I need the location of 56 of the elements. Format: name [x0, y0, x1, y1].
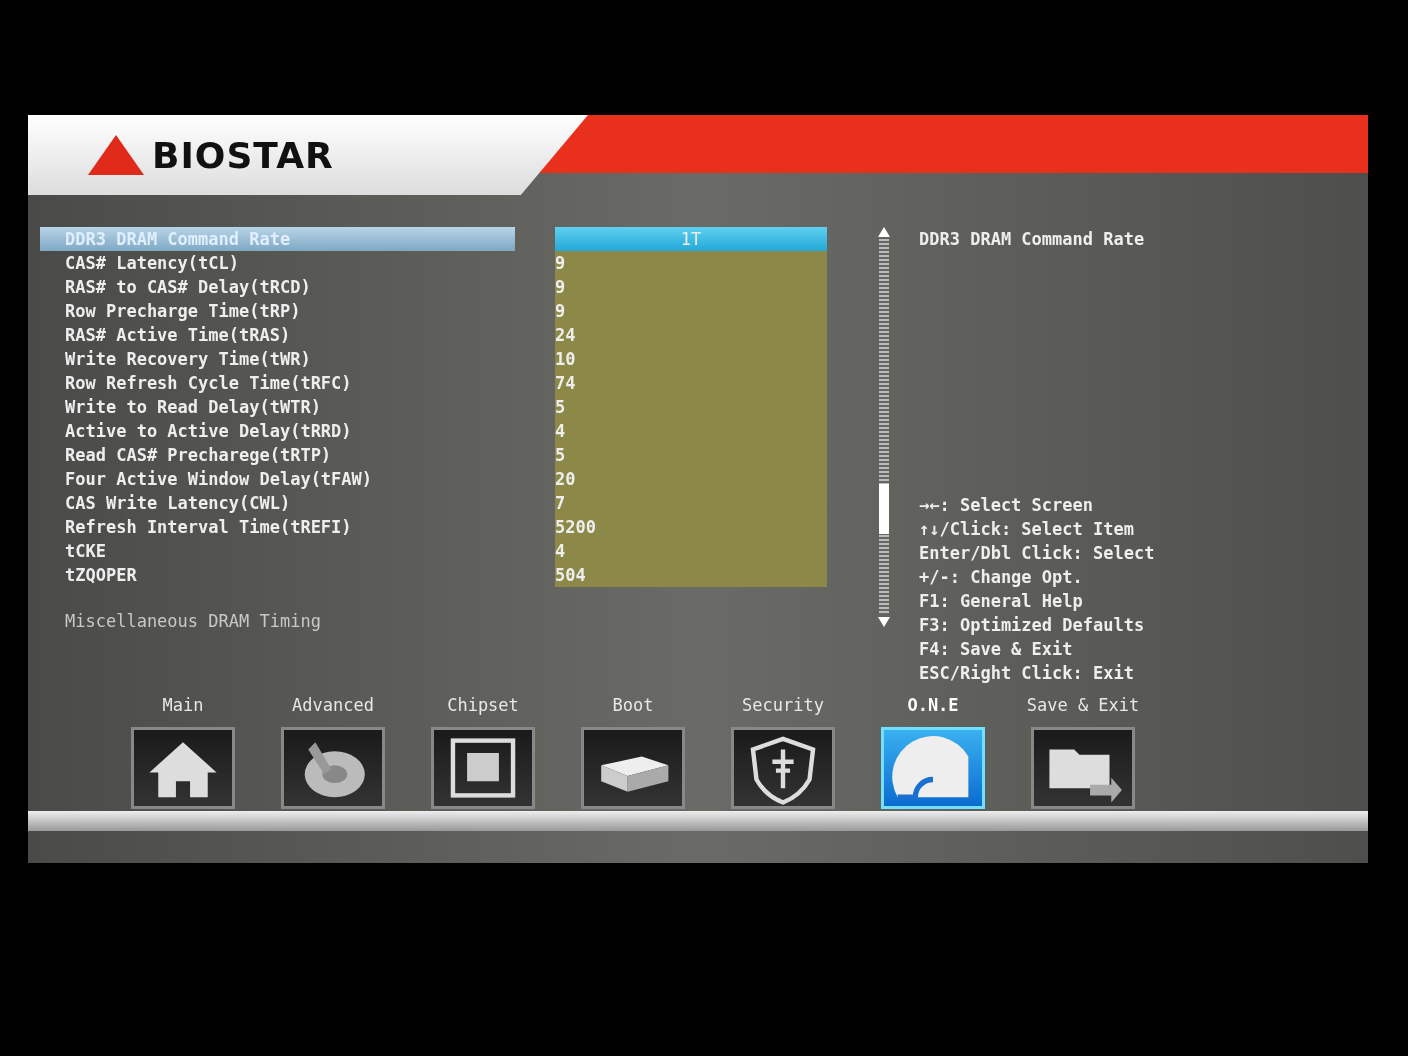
scroll-down-icon[interactable]: [878, 617, 890, 627]
setting-value[interactable]: 74: [555, 371, 827, 395]
tab-button[interactable]: [731, 727, 835, 809]
setting-label[interactable]: RAS# Active Time(tRAS): [40, 323, 515, 347]
setting-label[interactable]: tCKE: [40, 539, 515, 563]
setting-label[interactable]: CAS# Latency(tCL): [40, 251, 515, 275]
setting-value[interactable]: 5: [555, 395, 827, 419]
setting-value[interactable]: 24: [555, 323, 827, 347]
key-hint: F3: Optimized Defaults: [919, 614, 1146, 637]
setting-value[interactable]: 9: [555, 275, 827, 299]
tab-button[interactable]: [1031, 727, 1135, 809]
setting-value[interactable]: 20: [555, 467, 827, 491]
setting-label[interactable]: Write to Read Delay(tWTR): [40, 395, 515, 419]
scroll-up-icon[interactable]: [878, 227, 890, 237]
setting-value[interactable]: 7: [555, 491, 827, 515]
setting-label[interactable]: Row Precharge Time(tRP): [40, 299, 515, 323]
setting-value[interactable]: 4: [555, 539, 827, 563]
key-hint: ↑↓/Click: Select Item: [919, 518, 1135, 541]
setting-label[interactable]: tZQOPER: [40, 563, 515, 587]
tab-label[interactable]: Boot: [612, 695, 654, 715]
tab-label[interactable]: O.N.E: [907, 695, 959, 715]
tab-label[interactable]: Main: [162, 695, 204, 715]
scroll-thumb[interactable]: [879, 484, 889, 534]
tab-label[interactable]: Security: [742, 695, 824, 715]
scrollbar[interactable]: [877, 227, 891, 627]
tab-button[interactable]: [281, 727, 385, 809]
setting-value[interactable]: 504: [555, 563, 827, 587]
setting-label[interactable]: Refresh Interval Time(tREFI): [40, 515, 515, 539]
tab-button[interactable]: [581, 727, 685, 809]
setting-value[interactable]: 4: [555, 419, 827, 443]
setting-label[interactable]: Active to Active Delay(tRRD): [40, 419, 515, 443]
setting-label[interactable]: RAS# to CAS# Delay(tRCD): [40, 275, 515, 299]
tab-button[interactable]: [431, 727, 535, 809]
key-hint: +/-: Change Opt.: [919, 566, 1084, 589]
tab-label[interactable]: Save & Exit: [1026, 695, 1140, 715]
setting-value[interactable]: 5200: [555, 515, 827, 539]
setting-label[interactable]: Row Refresh Cycle Time(tRFC): [40, 371, 515, 395]
setting-value[interactable]: 9: [555, 251, 827, 275]
setting-label[interactable]: Write Recovery Time(tWR): [40, 347, 515, 371]
tab-label[interactable]: Chipset: [447, 695, 519, 715]
brand-logo-text: BIOSTAR: [152, 134, 334, 176]
key-hint: Enter/Dbl Click: Select: [919, 542, 1155, 565]
help-title: DDR3 DRAM Command Rate: [919, 228, 1146, 251]
setting-label[interactable]: CAS Write Latency(CWL): [40, 491, 515, 515]
key-hint: ESC/Right Click: Exit: [919, 662, 1135, 685]
setting-value[interactable]: 10: [555, 347, 827, 371]
setting-label[interactable]: Four Active Window Delay(tFAW): [40, 467, 515, 491]
key-hint: F1: General Help: [919, 590, 1084, 613]
tab-button[interactable]: [131, 727, 235, 809]
key-hint: →←: Select Screen: [919, 494, 1094, 517]
key-hint: F4: Save & Exit: [919, 638, 1074, 661]
tab-label[interactable]: Advanced: [292, 695, 374, 715]
setting-value[interactable]: 9: [555, 299, 827, 323]
logo-icon: [86, 133, 146, 177]
setting-value[interactable]: 5: [555, 443, 827, 467]
setting-label[interactable]: Read CAS# Precharege(tRTP): [40, 443, 515, 467]
